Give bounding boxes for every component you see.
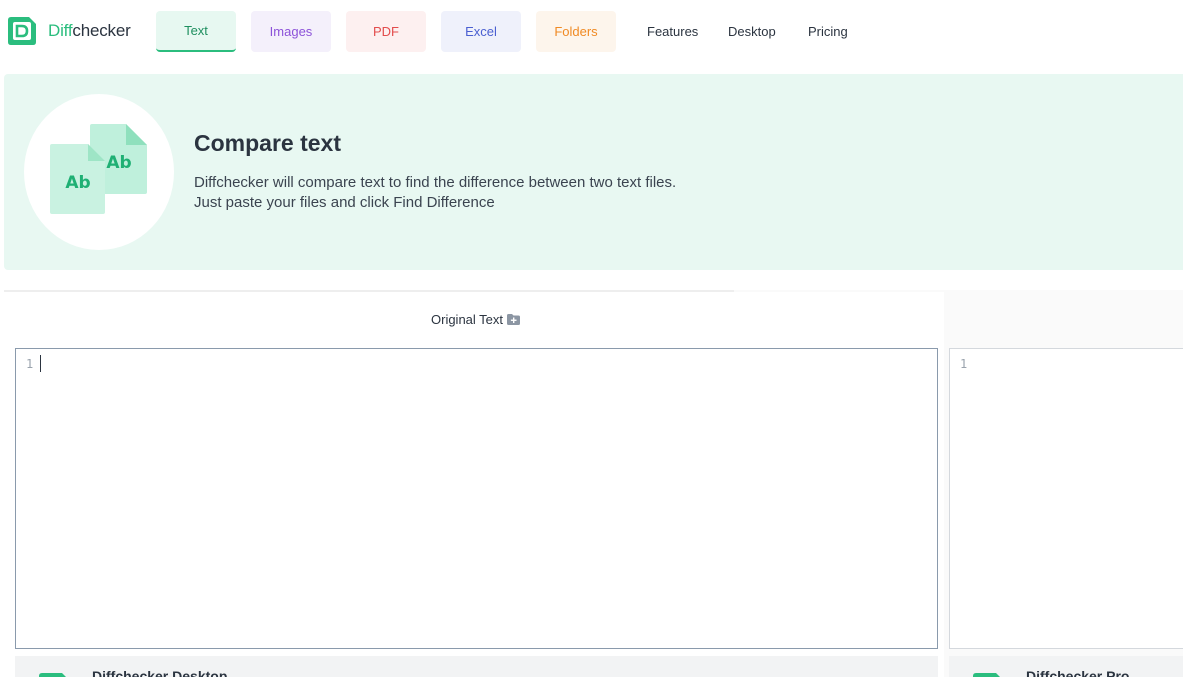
line-number: 1 [26,357,34,371]
page-description-line-1: Diffchecker will compare text to find th… [194,174,677,191]
page-description: Diffchecker will compare text to find th… [194,173,676,213]
logo-wordmark-accent: Diff [48,21,73,40]
text-compare-icon: Ab Ab [50,124,147,214]
desktop-promo[interactable]: Diffchecker Desktop [15,656,938,677]
tab-excel[interactable]: Excel [441,11,521,52]
nav-link-pricing[interactable]: Pricing [808,24,848,39]
tab-images[interactable]: Images [251,11,331,52]
nav-link-desktop[interactable]: Desktop [728,24,776,39]
hero-banner: Ab Ab Compare text Diffchecker will comp… [4,74,1183,270]
diffchecker-logo[interactable]: Diffchecker [5,14,131,48]
line-number: 1 [960,357,968,371]
diffchecker-pro-icon [973,673,1000,677]
pro-promo-label: Diffchecker Pro [1026,668,1130,677]
changed-text-editor[interactable]: 1 [949,348,1183,649]
tab-folders[interactable]: Folders [536,11,616,52]
back-doc-label: Ab [106,153,131,173]
original-text-header: Original Text [431,312,521,327]
diffchecker-desktop-icon [39,673,66,677]
text-caret [40,355,41,372]
original-text-title: Original Text [431,312,504,327]
page-title: Compare text [194,130,341,156]
desktop-promo-label: Diffchecker Desktop [92,668,228,677]
tab-pdf[interactable]: PDF [346,11,426,52]
top-navbar: Diffchecker Text Images PDF Excel Folder… [0,0,1183,64]
diffchecker-logo-icon [8,17,36,45]
logo-wordmark: Diffchecker [48,21,131,41]
add-file-icon[interactable] [507,314,521,325]
pro-promo[interactable]: Diffchecker Pro [949,656,1183,677]
logo-wordmark-rest: checker [72,21,131,40]
original-text-editor[interactable]: 1 [15,348,938,649]
tab-text[interactable]: Text [156,11,236,52]
nav-link-features[interactable]: Features [647,24,698,39]
front-doc-label: Ab [65,173,90,193]
page-description-line-2: Just paste your files and click Find Dif… [194,194,495,211]
